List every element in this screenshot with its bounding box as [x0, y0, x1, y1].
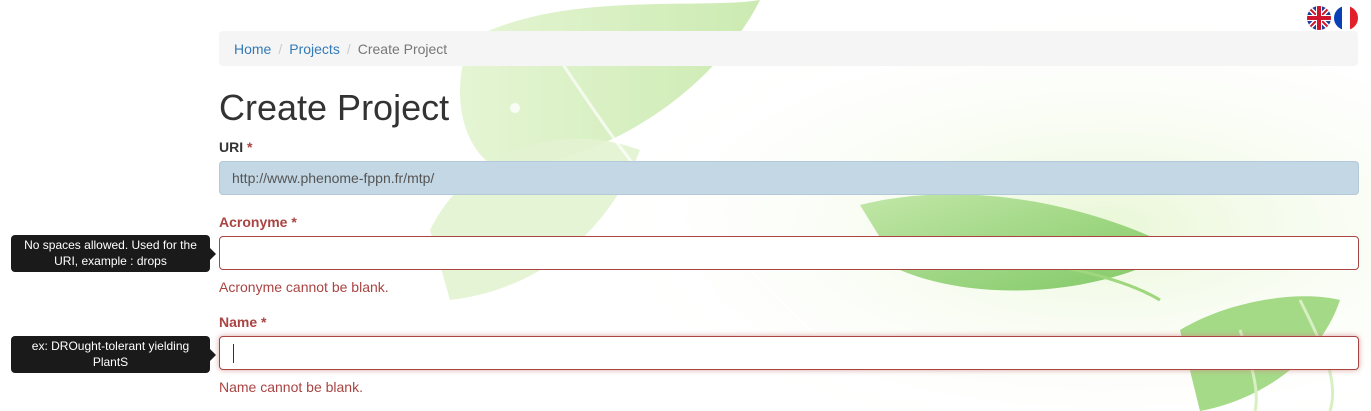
uri-field[interactable]: http://www.phenome-fppn.fr/mtp/ [219, 161, 1359, 195]
uri-label: URI * [219, 139, 252, 155]
acronyme-label-text: Acronyme [219, 214, 288, 230]
breadcrumb-projects-link[interactable]: Projects [289, 41, 340, 57]
uri-label-text: URI [219, 139, 244, 155]
page-title: Create Project [219, 87, 450, 128]
acronyme-error: Acronyme cannot be blank. [219, 279, 389, 295]
name-field[interactable] [219, 336, 1359, 370]
acronyme-field[interactable] [219, 236, 1359, 270]
required-marker: * [291, 214, 297, 230]
acronyme-label: Acronyme * [219, 214, 297, 230]
breadcrumb-separator: / [346, 41, 351, 57]
breadcrumb-separator: / [278, 41, 283, 57]
text-caret [233, 344, 234, 363]
uk-flag-icon[interactable] [1307, 6, 1331, 30]
name-tooltip: ex: DROught-tolerant yielding PlantS [11, 336, 216, 373]
breadcrumb: Home / Projects / Create Project [219, 31, 1358, 66]
breadcrumb-home-link[interactable]: Home [234, 41, 271, 57]
breadcrumb-current: Create Project [357, 41, 448, 57]
name-label: Name * [219, 314, 266, 330]
france-flag-icon[interactable] [1334, 6, 1358, 30]
name-error: Name cannot be blank. [219, 379, 363, 395]
required-marker: * [261, 314, 267, 330]
uri-value: http://www.phenome-fppn.fr/mtp/ [232, 170, 435, 186]
acronyme-tooltip: No spaces allowed. Used for the URI, exa… [11, 235, 216, 272]
required-marker: * [247, 139, 253, 155]
name-label-text: Name [219, 314, 258, 330]
